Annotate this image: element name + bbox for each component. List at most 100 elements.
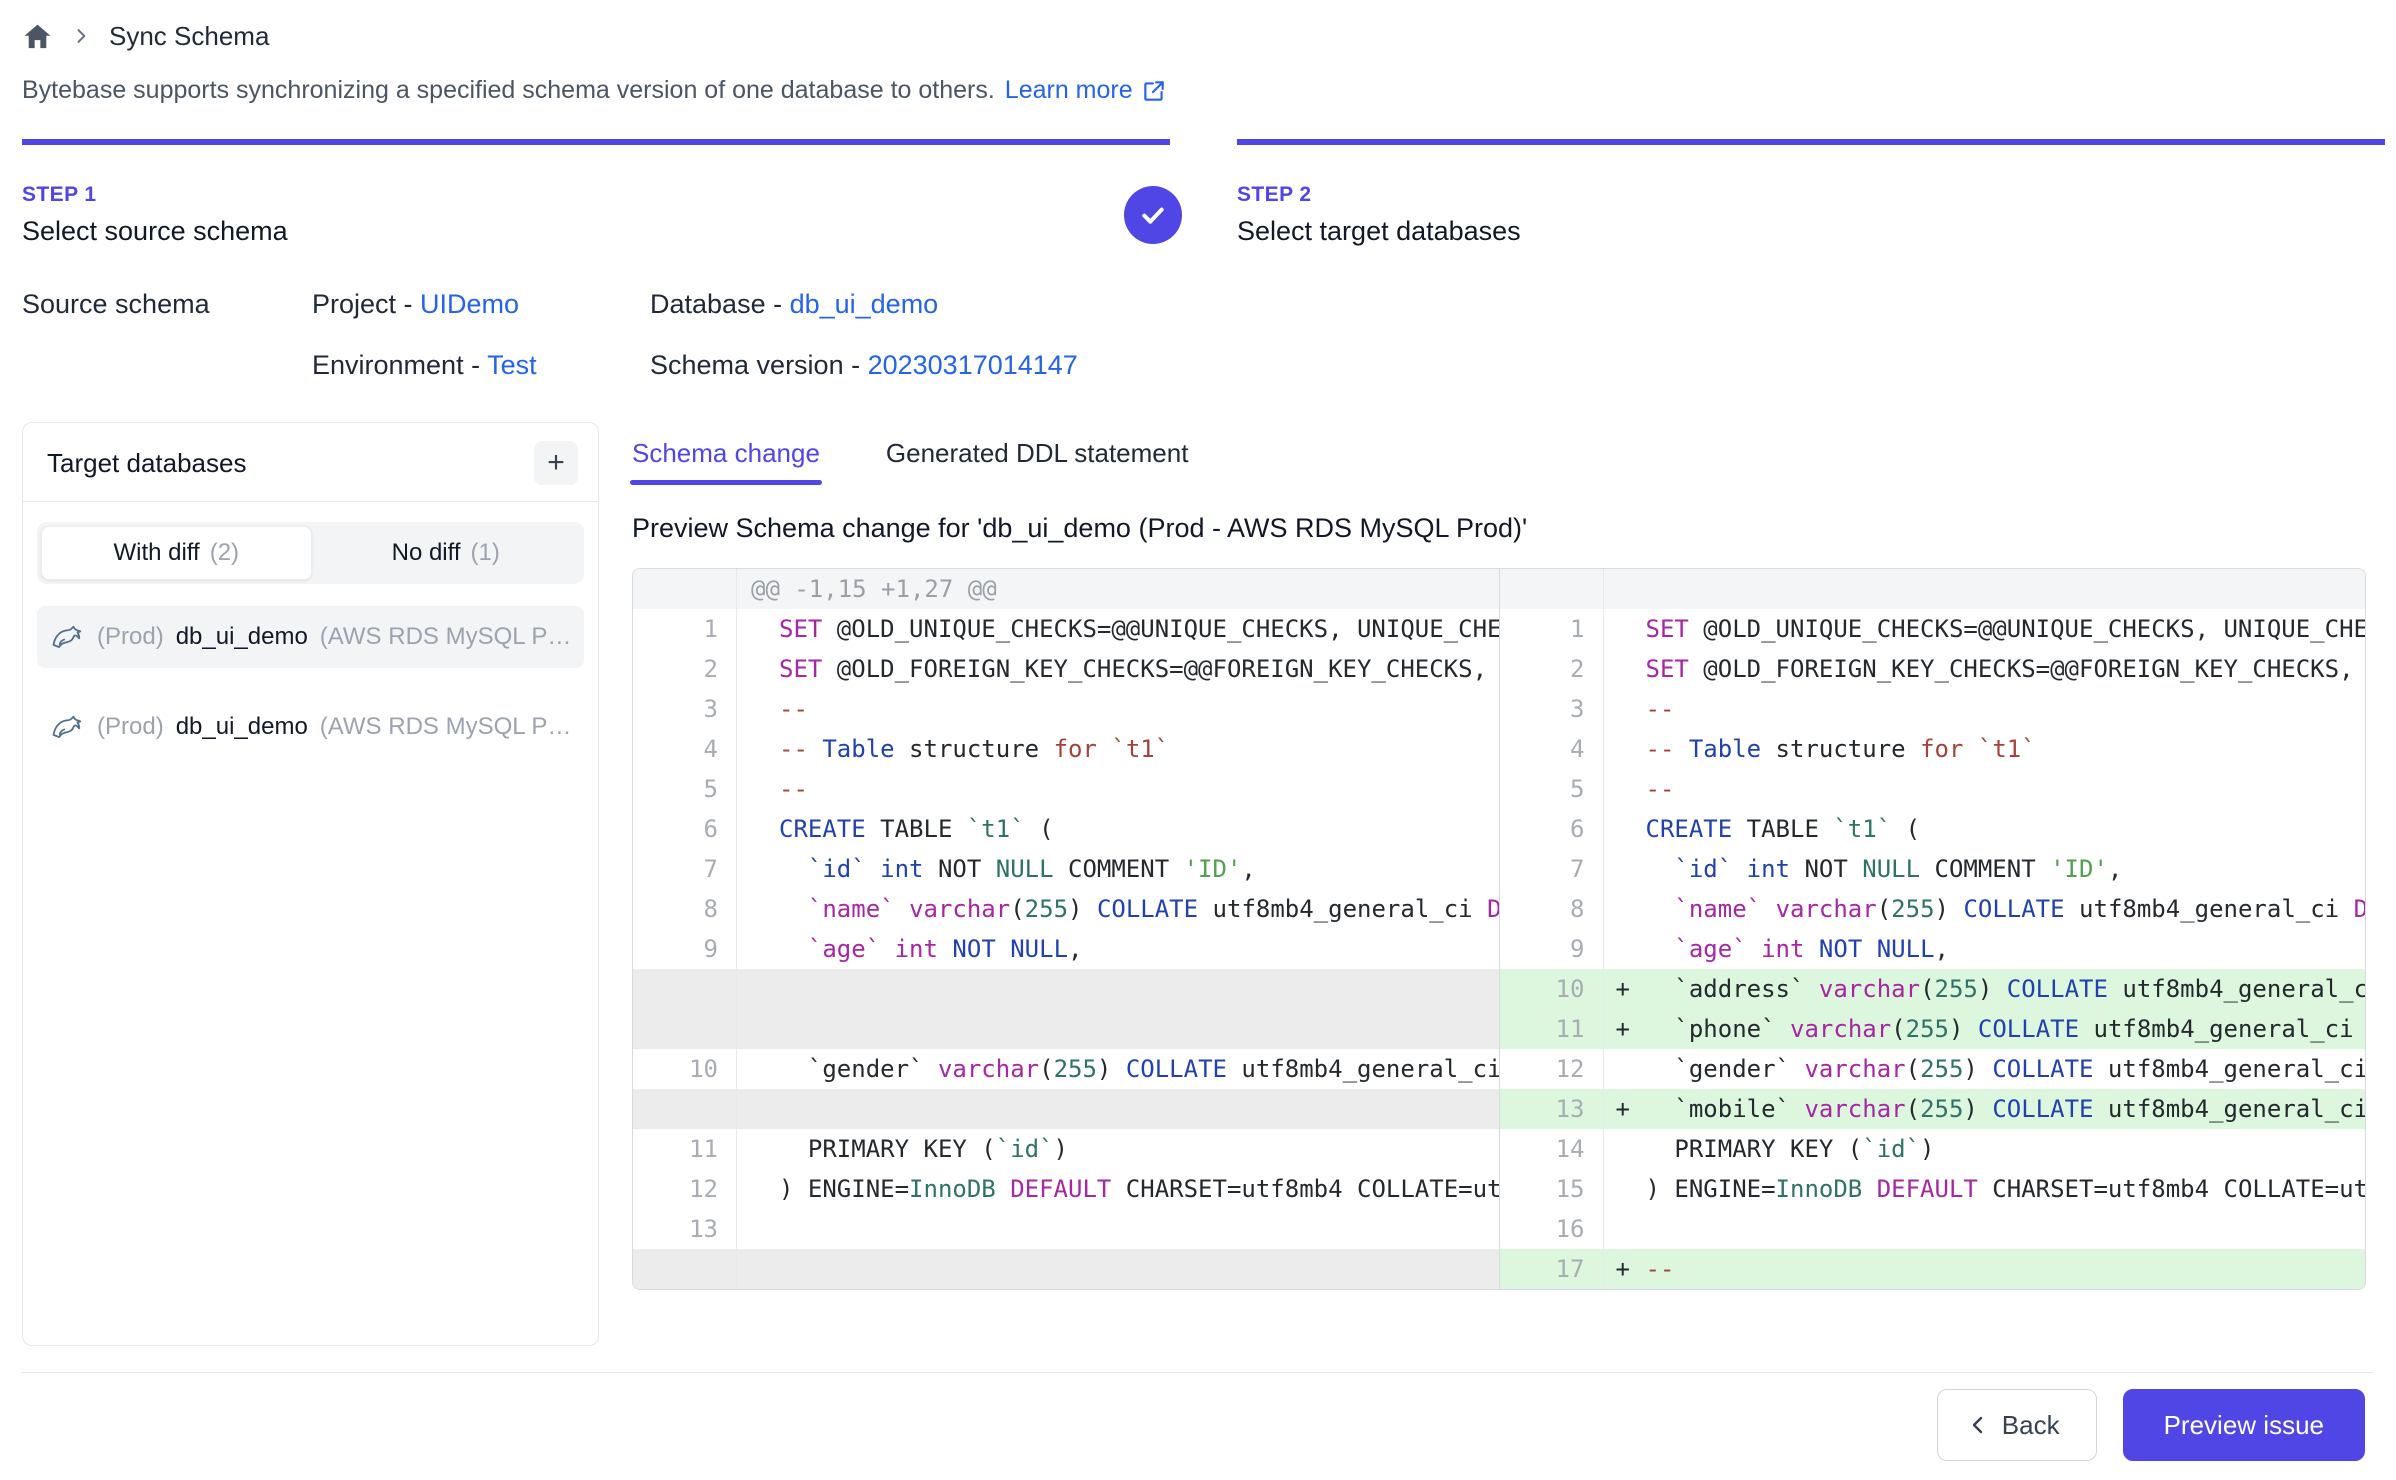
diff-marker	[737, 1129, 777, 1169]
diff-row: 10 `gender` varchar(255) COLLATE utf8mb4…	[633, 1049, 1499, 1089]
diff-row: 6CREATE TABLE `t1` (	[633, 809, 1499, 849]
target-database-list: (Prod) db_ui_demo (AWS RDS MySQL Prod) (…	[37, 606, 584, 758]
target-databases-header: Target databases +	[23, 423, 598, 502]
home-icon[interactable]	[22, 21, 53, 52]
line-number	[633, 1089, 737, 1129]
database-list-item[interactable]: (Prod) db_ui_demo (AWS RDS MySQL Prod)	[37, 606, 584, 668]
database-list-item[interactable]: (Prod) db_ui_demo (AWS RDS MySQL Prod)	[37, 696, 584, 758]
line-number: 17	[1500, 1249, 1604, 1289]
line-number: 12	[633, 1169, 737, 1209]
diff-marker	[1604, 609, 1644, 649]
preview-issue-button[interactable]: Preview issue	[2123, 1389, 2365, 1461]
tab-with-diff[interactable]: With diff (2)	[41, 526, 312, 580]
code-line: PRIMARY KEY (`id`)	[777, 1129, 1499, 1169]
environment-label: Environment -	[312, 350, 487, 380]
source-schema-label: Source schema	[22, 289, 312, 320]
environment-link[interactable]: Test	[487, 350, 537, 380]
tab-with-diff-label: With diff	[113, 539, 199, 567]
target-databases-panel: Target databases + With diff (2) No diff…	[22, 422, 599, 1346]
database-environment: (Prod)	[97, 623, 164, 651]
diff-row	[633, 1009, 1499, 1049]
tab-schema-change[interactable]: Schema change	[632, 438, 820, 485]
code-line: `name` varchar(255) COLLATE utf8mb4_gene…	[777, 889, 1499, 929]
tab-generated-ddl[interactable]: Generated DDL statement	[886, 438, 1189, 485]
diff-marker: +	[1604, 969, 1644, 1009]
diff-marker	[1604, 769, 1644, 809]
diff-row: 12) ENGINE=InnoDB DEFAULT CHARSET=utf8mb…	[633, 1169, 1499, 1209]
line-number: 1	[633, 609, 737, 649]
step-2-title: Select target databases	[1237, 216, 1521, 247]
line-number	[1500, 569, 1604, 609]
diff-row: 3--	[633, 689, 1499, 729]
project-link[interactable]: UIDemo	[420, 289, 519, 319]
database-name: db_ui_demo	[176, 713, 308, 741]
diff-marker	[737, 609, 777, 649]
page-header: Sync Schema Bytebase supports synchroniz…	[0, 0, 2396, 105]
schema-version-link[interactable]: 20230317014147	[868, 350, 1078, 380]
code-line: `name` varchar(255) COLLATE utf8mb4_gene…	[1644, 889, 2366, 929]
diff-marker	[737, 769, 777, 809]
diff-row: 5--	[1500, 769, 2366, 809]
diff-row: 9 `age` int NOT NULL,	[633, 929, 1499, 969]
code-line: `address` varchar(255) COLLATE utf8mb4_g…	[1644, 969, 2366, 1009]
code-line: SET @OLD_UNIQUE_CHECKS=@@UNIQUE_CHECKS, …	[1644, 609, 2366, 649]
diff-row: 9 `age` int NOT NULL,	[1500, 929, 2366, 969]
diff-row: 12 `gender` varchar(255) COLLATE utf8mb4…	[1500, 1049, 2366, 1089]
diff-row: 7 `id` int NOT NULL COMMENT 'ID',	[1500, 849, 2366, 889]
line-number: 8	[1500, 889, 1604, 929]
tab-no-diff[interactable]: No diff (1)	[312, 526, 581, 580]
code-line: ) ENGINE=InnoDB DEFAULT CHARSET=utf8mb4 …	[1644, 1169, 2366, 1209]
project-label: Project -	[312, 289, 420, 319]
code-line: `mobile` varchar(255) COLLATE utf8mb4_ge…	[1644, 1089, 2366, 1129]
plus-icon: +	[547, 448, 565, 478]
stepper: STEP 1 Select source schema STEP 2 Selec…	[0, 139, 2396, 247]
source-schema-summary: Source schema Project - UIDemo Database …	[0, 289, 2396, 381]
diff-marker	[1604, 809, 1644, 849]
code-line: CREATE TABLE `t1` (	[1644, 809, 2366, 849]
preview-issue-label: Preview issue	[2164, 1410, 2324, 1441]
footer-divider	[22, 1372, 2374, 1373]
code-line	[777, 1009, 1499, 1049]
code-line: PRIMARY KEY (`id`)	[1644, 1129, 2366, 1169]
diff-row: 1SET @OLD_UNIQUE_CHECKS=@@UNIQUE_CHECKS,…	[633, 609, 1499, 649]
diff-marker	[1604, 1169, 1644, 1209]
database-link[interactable]: db_ui_demo	[790, 289, 939, 319]
diff-marker	[737, 889, 777, 929]
diff-marker	[737, 849, 777, 889]
line-number: 16	[1500, 1209, 1604, 1249]
code-line: `phone` varchar(255) COLLATE utf8mb4_gen…	[1644, 1009, 2366, 1049]
line-number	[633, 569, 737, 609]
diff-marker	[737, 1049, 777, 1089]
diff-row: @@ -1,15 +1,27 @@	[633, 569, 1499, 609]
line-number	[633, 1249, 737, 1289]
line-number	[633, 1009, 737, 1049]
diff-marker	[1604, 1049, 1644, 1089]
diff-row: 17+--	[1500, 1249, 2366, 1289]
learn-more-link[interactable]: Learn more	[1005, 76, 1167, 105]
schema-version-label: Schema version -	[650, 350, 868, 380]
code-line: `id` int NOT NULL COMMENT 'ID',	[1644, 849, 2366, 889]
diff-row: 6CREATE TABLE `t1` (	[1500, 809, 2366, 849]
schema-diff-viewer[interactable]: @@ -1,15 +1,27 @@1SET @OLD_UNIQUE_CHECKS…	[632, 568, 2366, 1290]
diff-marker	[1604, 1129, 1644, 1169]
diff-row: 14 PRIMARY KEY (`id`)	[1500, 1129, 2366, 1169]
code-line: --	[777, 769, 1499, 809]
back-button[interactable]: Back	[1937, 1389, 2097, 1461]
code-line: --	[1644, 1249, 2366, 1289]
database-label: Database -	[650, 289, 790, 319]
source-environment-field: Environment - Test	[312, 350, 650, 381]
code-line	[1644, 1209, 2366, 1249]
line-number: 3	[1500, 689, 1604, 729]
diff-marker: +	[1604, 1089, 1644, 1129]
step-1-title: Select source schema	[22, 216, 288, 247]
diff-row: 13+ `mobile` varchar(255) COLLATE utf8mb…	[1500, 1089, 2366, 1129]
line-number	[633, 969, 737, 1009]
step-complete-check-icon	[1124, 186, 1182, 244]
diff-marker: +	[1604, 1009, 1644, 1049]
code-line: --	[1644, 689, 2366, 729]
schema-preview-section: Schema change Generated DDL statement Pr…	[632, 422, 2366, 1346]
tab-no-diff-label: No diff	[392, 539, 461, 567]
source-schema-version-field: Schema version - 20230317014147	[650, 350, 2396, 381]
code-line: CREATE TABLE `t1` (	[777, 809, 1499, 849]
add-target-database-button[interactable]: +	[534, 441, 578, 485]
